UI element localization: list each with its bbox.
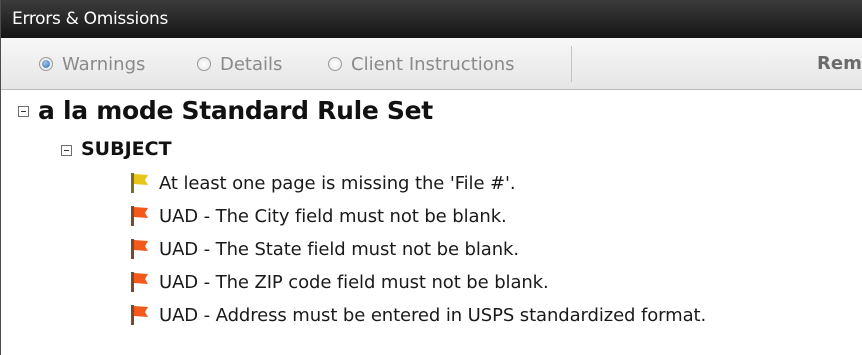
panel-title-bar: Errors & Omissions [1, 0, 862, 38]
warning-message-text: At least one page is missing the 'File #… [159, 172, 516, 194]
yellow-flag-icon [131, 173, 148, 193]
warnings-radio-button[interactable] [39, 57, 53, 71]
error-message-row[interactable]: UAD - The ZIP code field must not be bla… [130, 269, 549, 295]
collapse-subject-icon[interactable] [61, 145, 72, 156]
details-radio-button[interactable] [197, 57, 211, 71]
error-message-row[interactable]: UAD - The State field must not be blank. [130, 236, 519, 262]
details-radio-option[interactable]: Details [197, 53, 282, 75]
client-instructions-radio-option[interactable]: Client Instructions [328, 53, 515, 75]
error-message-text: UAD - Address must be entered in USPS st… [159, 304, 707, 326]
orange-flag-icon [131, 239, 148, 259]
warnings-radio-label: Warnings [62, 53, 146, 75]
view-toolbar: Warnings Details Client Instructions Rem [1, 38, 862, 90]
orange-flag-icon [131, 272, 148, 292]
error-message-text: UAD - The State field must not be blank. [159, 238, 519, 260]
client-instructions-radio-label: Client Instructions [351, 53, 515, 75]
orange-flag-icon [131, 206, 148, 226]
category-title: SUBJECT [81, 138, 172, 160]
error-message-text: UAD - The City field must not be blank. [159, 205, 507, 227]
orange-flag-icon [131, 305, 148, 325]
panel-title: Errors & Omissions [12, 9, 169, 29]
rules-tree: a la mode Standard Rule Set SUBJECT At l… [1, 90, 862, 355]
warnings-radio-option[interactable]: Warnings [39, 53, 145, 75]
error-message-text: UAD - The ZIP code field must not be bla… [159, 271, 549, 293]
remove-button[interactable]: Rem [817, 53, 862, 74]
collapse-rule-set-icon[interactable] [18, 106, 29, 117]
warning-message-row[interactable]: At least one page is missing the 'File #… [130, 170, 516, 196]
errors-omissions-panel: Errors & Omissions Warnings Details Clie… [0, 0, 862, 355]
details-radio-label: Details [220, 53, 283, 75]
error-message-row[interactable]: UAD - The City field must not be blank. [130, 203, 507, 229]
client-instructions-radio-button[interactable] [328, 57, 342, 71]
rule-set-title: a la mode Standard Rule Set [38, 96, 433, 125]
error-message-row[interactable]: UAD - Address must be entered in USPS st… [130, 302, 706, 328]
toolbar-divider [571, 46, 572, 82]
